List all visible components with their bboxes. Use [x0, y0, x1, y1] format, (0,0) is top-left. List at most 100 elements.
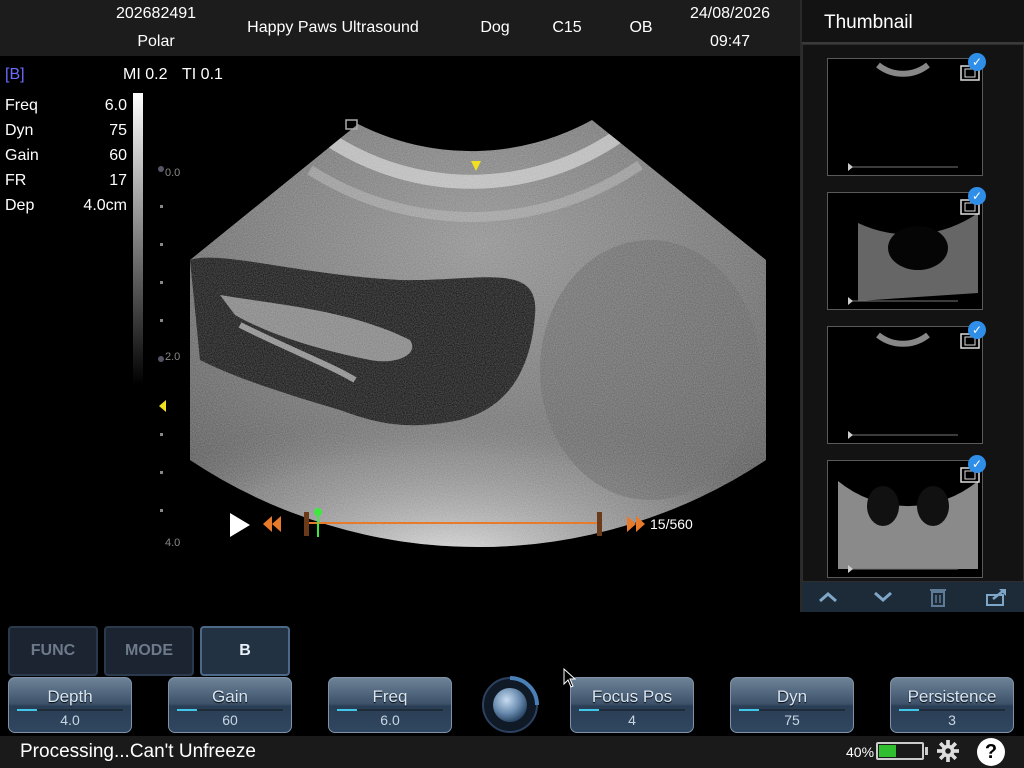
- ruler-origin-dot: [158, 166, 164, 172]
- control-value: 60: [222, 712, 238, 728]
- selected-check-icon[interactable]: ✓: [968, 321, 986, 339]
- ti-readout: TI 0.1: [182, 66, 223, 83]
- ultrasound-image[interactable]: [180, 110, 780, 560]
- dyn-control[interactable]: Dyn 75: [730, 677, 854, 733]
- gain-control[interactable]: Gain 60: [168, 677, 292, 733]
- control-level-fill: [17, 709, 37, 711]
- control-level-bar: [579, 709, 685, 711]
- selected-check-icon[interactable]: ✓: [968, 187, 986, 205]
- depth-label: 4.0: [165, 537, 181, 549]
- control-value: 3: [948, 712, 956, 728]
- grayscale-bar: [133, 93, 143, 385]
- control-label: Dyn: [776, 687, 808, 706]
- ruler-tick: [160, 281, 163, 284]
- status-message: Processing...Can't Unfreeze: [20, 741, 256, 762]
- param-label: Freq: [5, 97, 38, 114]
- control-level-fill: [579, 709, 599, 711]
- patient-id: 202682491: [115, 5, 197, 22]
- thumbnail-title: Thumbnail: [824, 12, 913, 33]
- control-label: Focus Pos: [591, 687, 673, 706]
- depth-label: 0.0: [165, 167, 181, 179]
- mode-tag: [B]: [5, 66, 25, 83]
- cine-end-handle[interactable]: [597, 512, 602, 536]
- battery-tip: [925, 747, 928, 755]
- ruler-mid-dot: [158, 356, 164, 362]
- thumbnail-item[interactable]: ✓: [827, 455, 986, 578]
- cine-track[interactable]: [306, 522, 600, 524]
- gear-icon[interactable]: [937, 740, 959, 762]
- func-button[interactable]: FUNC: [8, 626, 98, 676]
- thumbnail-toolbar: [802, 582, 1024, 612]
- thumbnail-preview: [848, 332, 958, 439]
- rewind-icon[interactable]: [262, 515, 282, 533]
- param-value: 75: [109, 122, 127, 139]
- battery-icon: [876, 742, 924, 760]
- control-level-bar: [17, 709, 123, 711]
- hospital-name: Happy Paws Ultrasound: [247, 19, 419, 36]
- param-label: Dep: [5, 197, 35, 214]
- cine-position-marker[interactable]: [312, 507, 324, 537]
- mi-readout: MI 0.2: [123, 66, 168, 83]
- mouse-cursor-icon: [563, 668, 577, 688]
- focus-marker-icon[interactable]: [159, 400, 167, 412]
- exam-label: OB: [629, 19, 653, 36]
- param-freq: Freq 6.0: [5, 97, 127, 122]
- ruler-tick: [160, 243, 163, 246]
- control-level-fill: [739, 709, 759, 711]
- focus-pos-control[interactable]: Focus Pos 4: [570, 677, 694, 733]
- param-label: Gain: [5, 147, 39, 164]
- status-bar: Processing...Can't Unfreeze 40%: [0, 736, 1024, 768]
- selected-check-icon[interactable]: ✓: [968, 455, 986, 473]
- battery-level: [879, 745, 896, 757]
- ruler-tick: [160, 319, 163, 322]
- scroll-down-icon[interactable]: [871, 586, 895, 608]
- control-level-fill: [899, 709, 919, 711]
- param-value: 60: [109, 147, 127, 164]
- thumbnail-item[interactable]: ✓: [827, 187, 986, 310]
- ruler-tick: [160, 509, 163, 512]
- ruler-tick: [160, 205, 163, 208]
- depth-control[interactable]: Depth 4.0: [8, 677, 132, 733]
- control-value: 6.0: [380, 712, 400, 728]
- datetime: 24/08/2026 09:47: [676, 0, 784, 56]
- patient-name: Polar: [137, 33, 175, 50]
- param-value: 6.0: [104, 97, 127, 114]
- patient-info: 202682491 Polar: [100, 0, 212, 56]
- control-label: Gain: [212, 687, 248, 706]
- thumbnail-item[interactable]: ✓: [827, 321, 986, 444]
- selected-check-icon[interactable]: ✓: [968, 53, 986, 71]
- thumbnail-preview: [848, 213, 978, 305]
- help-icon[interactable]: ?: [977, 738, 1005, 766]
- export-icon[interactable]: [984, 586, 1008, 608]
- param-label: FR: [5, 172, 27, 189]
- thumbnail-preview: [838, 481, 978, 573]
- persistence-control[interactable]: Persistence 3: [890, 677, 1014, 733]
- mode-button[interactable]: MODE: [104, 626, 194, 676]
- b-mode-button[interactable]: B: [200, 626, 290, 676]
- cine-start-handle[interactable]: [304, 512, 309, 536]
- battery-percent: 40%: [846, 744, 875, 760]
- thumbnail-item[interactable]: ✓: [827, 53, 986, 176]
- control-value: 75: [784, 712, 800, 728]
- date-label: 24/08/2026: [689, 5, 771, 22]
- thumbnail-preview: [848, 62, 958, 171]
- control-label: Freq: [372, 687, 408, 706]
- param-label: Dyn: [5, 122, 34, 139]
- scroll-up-icon[interactable]: [816, 586, 840, 608]
- freq-control[interactable]: Freq 6.0: [328, 677, 452, 733]
- probe-label: C15: [552, 19, 582, 36]
- control-label: Persistence: [907, 687, 997, 706]
- control-value: 4: [628, 712, 636, 728]
- param-dyn: Dyn 75: [5, 122, 127, 147]
- ruler-tick: [160, 471, 163, 474]
- frame-counter: 15/560: [650, 516, 693, 532]
- species-label: Dog: [480, 19, 510, 36]
- trash-icon[interactable]: [926, 586, 950, 608]
- time-label: 09:47: [709, 33, 751, 50]
- thumbnail-list[interactable]: ✓ ✓ ✓ ✓: [802, 44, 1024, 582]
- param-value: 4.0cm: [83, 197, 127, 214]
- trackball-knob-icon[interactable]: [481, 676, 539, 734]
- fast-forward-icon[interactable]: [626, 515, 646, 533]
- param-depth: Dep 4.0cm: [5, 197, 127, 222]
- play-button[interactable]: [228, 512, 252, 538]
